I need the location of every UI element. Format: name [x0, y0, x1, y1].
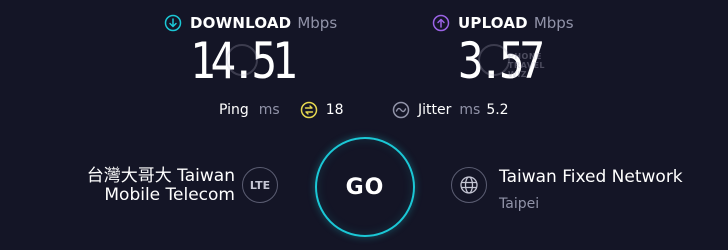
isp-name[interactable]: 台灣大哥大 Taiwan Mobile Telecom — [87, 167, 235, 205]
connection-type-icon[interactable]: LTE — [242, 167, 278, 203]
download-unit: Mbps — [297, 14, 338, 32]
jitter-label: Jitter — [418, 102, 452, 118]
download-title: DOWNLOAD — [190, 14, 292, 32]
ping-unit: ms — [258, 102, 280, 118]
ping-label: Ping — [219, 102, 249, 118]
isp-name-line1: 台灣大哥大 Taiwan — [86, 166, 235, 186]
go-button-label: GO — [345, 174, 385, 200]
upload-arrow-icon — [432, 14, 450, 32]
connection-type-label: LTE — [249, 178, 271, 192]
ping-value: 18 — [325, 102, 344, 118]
server-location: Taipei — [499, 196, 540, 212]
upload-title: UPLOAD — [458, 14, 528, 32]
watermark-logo-circle — [478, 44, 510, 76]
download-arrow-icon — [164, 14, 182, 32]
go-button[interactable]: GO — [315, 137, 415, 237]
upload-header: UPLOAD Mbps — [432, 12, 574, 34]
ping-row: Ping ms 18 — [219, 100, 344, 120]
jitter-value: 5.2 — [486, 102, 509, 118]
ping-icon — [300, 101, 317, 119]
server-globe-button[interactable] — [451, 167, 487, 203]
jitter-icon — [392, 101, 410, 119]
globe-icon — [460, 176, 478, 194]
jitter-unit: ms — [459, 102, 481, 118]
upload-unit: Mbps — [533, 14, 574, 32]
download-header: DOWNLOAD Mbps — [164, 12, 337, 34]
jitter-row: Jitter ms 5.2 — [392, 100, 509, 120]
watermark-text: PHONE TRAVEL WIZ — [508, 52, 546, 79]
watermark-logo — [226, 44, 258, 76]
isp-name-line2: Mobile Telecom — [104, 185, 235, 205]
server-name[interactable]: Taiwan Fixed Network — [499, 167, 683, 187]
